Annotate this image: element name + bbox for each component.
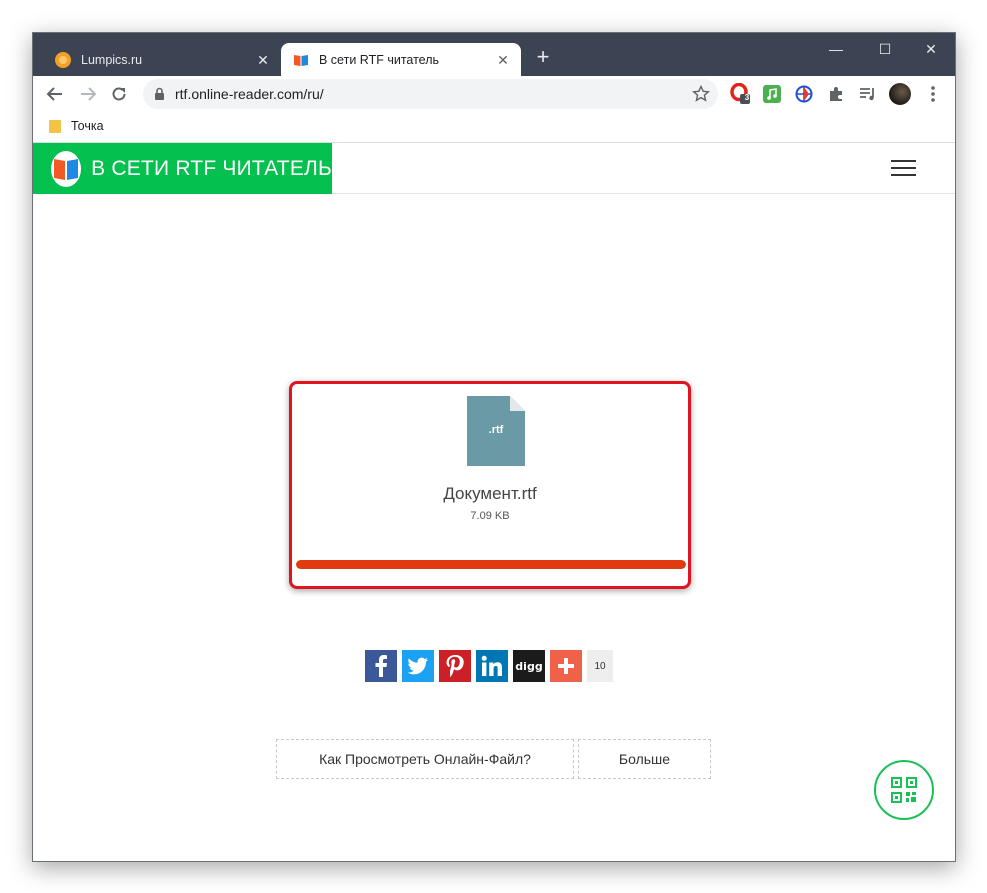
lock-icon	[155, 87, 164, 100]
opera-extension-icon[interactable]: 3	[730, 83, 752, 105]
file-size: 7.09 KB	[470, 510, 510, 522]
site-header: В СЕТИ RTF ЧИТАТЕЛЬ	[33, 143, 955, 194]
twitter-share-button[interactable]	[402, 650, 434, 682]
file-extension-label: .rtf	[488, 424, 504, 436]
orange-icon	[55, 51, 71, 68]
media-control-icon[interactable]	[857, 83, 879, 105]
page-content: В СЕТИ RTF ЧИТАТЕЛЬ .rtf Документ.rtf 7.…	[33, 143, 955, 861]
facebook-share-button[interactable]	[365, 650, 397, 682]
twitter-icon	[407, 657, 428, 675]
tab-strip: Lumpics.ru ✕ В сети RTF читатель ✕ + — ☐…	[33, 33, 955, 76]
maximize-button[interactable]: ☐	[865, 37, 905, 61]
share-count: 10	[587, 650, 613, 682]
pinterest-icon	[446, 655, 464, 677]
more-share-button[interactable]	[550, 650, 582, 682]
forward-button[interactable]	[75, 81, 101, 107]
arrow-right-icon	[81, 87, 97, 101]
menu-dots-icon[interactable]	[922, 83, 944, 105]
reload-button[interactable]	[106, 81, 132, 107]
plus-icon	[558, 658, 574, 674]
address-bar[interactable]: rtf.online-reader.com/ru/	[143, 79, 718, 109]
browser-toolbar: rtf.online-reader.com/ru/ 3	[33, 76, 955, 112]
new-tab-button[interactable]: +	[533, 46, 553, 68]
digg-label: digg	[515, 659, 543, 673]
arrow-left-icon	[46, 87, 62, 101]
book-icon	[293, 52, 309, 68]
file-name: Документ.rtf	[443, 484, 537, 503]
tab-label: В сети RTF читатель	[319, 52, 440, 67]
linkedin-share-button[interactable]	[476, 650, 508, 682]
folder-icon	[49, 119, 61, 133]
window-close-button[interactable]: ✕	[911, 37, 951, 61]
close-icon[interactable]: ✕	[495, 52, 511, 68]
tab-rtf-reader[interactable]: В сети RTF читатель ✕	[281, 43, 521, 76]
url-text: rtf.online-reader.com/ru/	[175, 86, 324, 102]
hamburger-menu-icon[interactable]	[891, 160, 916, 177]
upload-progress-bar	[296, 560, 686, 569]
digg-share-button[interactable]: digg	[513, 650, 545, 682]
bookmark-label: Точка	[71, 119, 104, 133]
uploaded-file-card: .rtf Документ.rtf 7.09 KB	[289, 381, 691, 589]
upload-progress-fill	[296, 560, 686, 569]
tab-label: Lumpics.ru	[81, 52, 143, 67]
tab-lumpics[interactable]: Lumpics.ru ✕	[43, 43, 281, 76]
bookmarks-bar: Точка	[33, 112, 955, 143]
share-buttons: digg 10	[365, 650, 613, 682]
logo-book-icon	[51, 150, 82, 187]
qr-code-icon	[891, 777, 917, 803]
how-to-view-button[interactable]: Как Просмотреть Онлайн-Файл?	[276, 739, 574, 779]
avatar[interactable]	[888, 82, 912, 106]
minimize-button[interactable]: —	[816, 37, 856, 61]
qr-code-button[interactable]	[874, 760, 934, 820]
back-button[interactable]	[42, 81, 68, 107]
extension-badge: 3	[744, 93, 750, 102]
reload-icon	[112, 87, 126, 101]
site-brand[interactable]: В СЕТИ RTF ЧИТАТЕЛЬ	[33, 143, 332, 194]
linkedin-icon	[481, 655, 502, 676]
browser-window: Lumpics.ru ✕ В сети RTF читатель ✕ + — ☐…	[32, 32, 956, 862]
pinterest-share-button[interactable]	[439, 650, 471, 682]
site-title: В СЕТИ RTF ЧИТАТЕЛЬ	[91, 156, 332, 180]
close-icon[interactable]: ✕	[255, 52, 271, 68]
star-icon[interactable]	[692, 85, 710, 103]
bookmark-tochka[interactable]: Точка	[49, 119, 104, 133]
vpn-extension-icon[interactable]	[793, 83, 815, 105]
puzzle-icon[interactable]	[825, 83, 847, 105]
more-button[interactable]: Больше	[578, 739, 711, 779]
music-extension-icon[interactable]	[761, 83, 783, 105]
facebook-icon	[375, 655, 387, 677]
